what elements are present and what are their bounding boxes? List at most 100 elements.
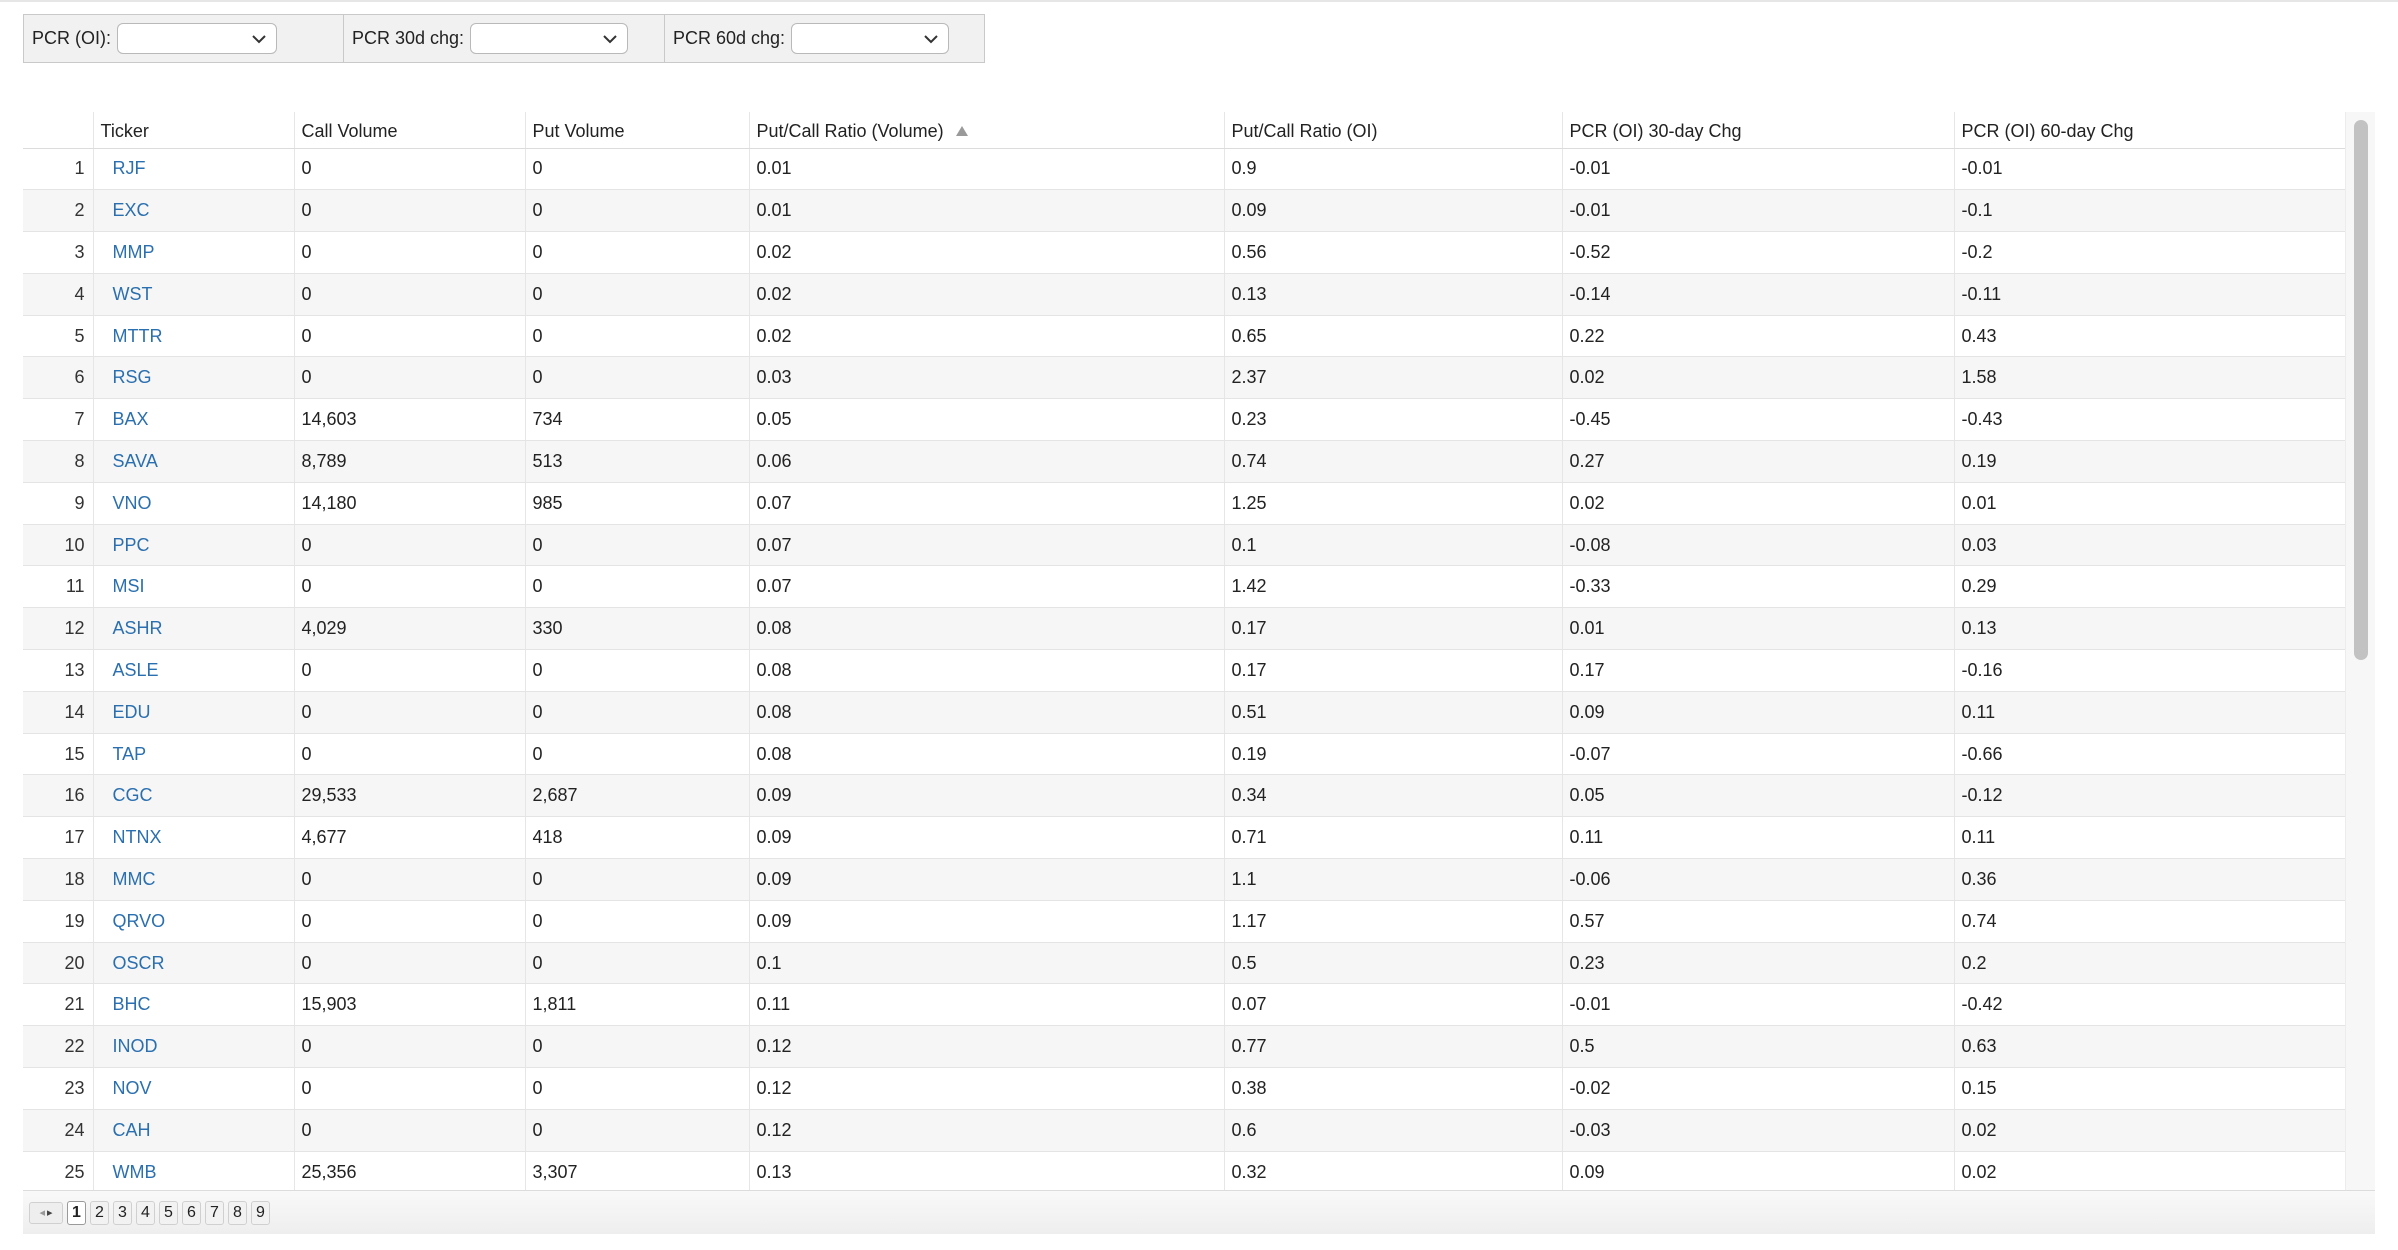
- page-button-1[interactable]: 1: [67, 1200, 86, 1225]
- ticker-link[interactable]: WMB: [101, 1162, 157, 1182]
- pcr-oi-cell: 0.07: [1224, 983, 1563, 1027]
- page-button-3[interactable]: 3: [113, 1200, 132, 1225]
- pcr-30d-cell: -0.06: [1562, 858, 1955, 901]
- ticker-link[interactable]: EDU: [101, 702, 151, 722]
- pcr-30d-select[interactable]: [470, 23, 629, 54]
- pcr-60d-cell: 0.36: [1954, 858, 2346, 901]
- table-row: 15 TAP 0 0 0.08 0.19 -0.07 -0.66: [23, 733, 2346, 776]
- ticker-link[interactable]: OSCR: [101, 953, 165, 973]
- pcr-30d-cell: 0.23: [1562, 942, 1955, 985]
- ticker-cell: MSI: [93, 565, 295, 609]
- pcr-volume-cell: 0.09: [749, 900, 1225, 943]
- call-volume-cell: 0: [294, 1109, 526, 1152]
- page-button-7[interactable]: 7: [205, 1200, 224, 1225]
- table-row: 22 INOD 0 0 0.12 0.77 0.5 0.63: [23, 1025, 2346, 1069]
- ticker-link[interactable]: ASLE: [101, 660, 159, 680]
- ticker-cell: NTNX: [93, 816, 295, 860]
- col-header-ticker[interactable]: Ticker: [93, 112, 295, 149]
- page-button-9[interactable]: 9: [251, 1200, 270, 1225]
- table-row: 7 BAX 14,603 734 0.05 0.23 -0.45 -0.43: [23, 398, 2346, 442]
- header-row: Ticker Call Volume Put Volume Put/Call R…: [23, 112, 2346, 149]
- col-header-pcr-volume[interactable]: Put/Call Ratio (Volume): [749, 112, 1225, 149]
- scrollbar-thumb[interactable]: [2354, 120, 2368, 660]
- col-header-pcr-30d[interactable]: PCR (OI) 30-day Chg: [1562, 112, 1955, 149]
- pcr-30d-cell: -0.52: [1562, 231, 1955, 274]
- ticker-link[interactable]: TAP: [101, 744, 147, 764]
- pcr-volume-cell: 0.02: [749, 273, 1225, 316]
- col-header-put-volume[interactable]: Put Volume: [525, 112, 750, 149]
- ticker-link[interactable]: VNO: [101, 493, 152, 513]
- table-row: 13 ASLE 0 0 0.08 0.17 0.17 -0.16: [23, 649, 2346, 692]
- pcr-oi-cell: 2.37: [1224, 356, 1563, 400]
- ticker-link[interactable]: BAX: [101, 409, 149, 429]
- pcr-30d-cell: -0.14: [1562, 273, 1955, 316]
- call-volume-cell: 0: [294, 189, 526, 233]
- ticker-link[interactable]: QRVO: [101, 911, 166, 931]
- pcr-60d-select[interactable]: [791, 23, 950, 54]
- page-button-6[interactable]: 6: [182, 1200, 201, 1225]
- ticker-cell: RSG: [93, 356, 295, 400]
- ticker-link[interactable]: MTTR: [101, 326, 163, 346]
- pcr-30d-cell: 0.09: [1562, 691, 1955, 734]
- put-volume-cell: 0: [525, 148, 750, 191]
- col-header-pcr-60d[interactable]: PCR (OI) 60-day Chg: [1954, 112, 2346, 149]
- pcr-volume-cell: 0.02: [749, 231, 1225, 274]
- put-volume-cell: 0: [525, 524, 750, 567]
- first-page-button[interactable]: ◂ ▸: [29, 1201, 63, 1224]
- ticker-link[interactable]: CAH: [101, 1120, 151, 1140]
- pcr-oi-cell: 0.6: [1224, 1109, 1563, 1152]
- row-index: 24: [23, 1109, 94, 1152]
- col-header-label: Put Volume: [532, 121, 625, 142]
- ticker-link[interactable]: NTNX: [101, 827, 162, 847]
- page-button-2[interactable]: 2: [90, 1200, 109, 1225]
- col-header-call-volume[interactable]: Call Volume: [294, 112, 526, 149]
- pcr-60d-cell: 0.11: [1954, 816, 2346, 860]
- ticker-link[interactable]: MMP: [101, 242, 155, 262]
- ticker-link[interactable]: WST: [101, 284, 153, 304]
- ticker-link[interactable]: INOD: [101, 1036, 158, 1056]
- ticker-link[interactable]: ASHR: [101, 618, 163, 638]
- ticker-link[interactable]: PPC: [101, 535, 150, 555]
- call-volume-cell: 0: [294, 315, 526, 358]
- pcr-oi-cell: 1.25: [1224, 482, 1563, 525]
- pcr-30d-cell: -0.33: [1562, 565, 1955, 609]
- pcr-oi-cell: 0.34: [1224, 774, 1563, 818]
- ticker-cell: ASLE: [93, 649, 295, 692]
- pcr-60d-cell: -0.66: [1954, 733, 2346, 776]
- pcr-volume-cell: 0.08: [749, 607, 1225, 651]
- ticker-cell: OSCR: [93, 942, 295, 985]
- ticker-link[interactable]: EXC: [101, 200, 150, 220]
- call-volume-cell: 14,603: [294, 398, 526, 442]
- pcr-oi-select[interactable]: [117, 23, 277, 54]
- table-row: 19 QRVO 0 0 0.09 1.17 0.57 0.74: [23, 900, 2346, 943]
- ticker-link[interactable]: BHC: [101, 994, 151, 1014]
- table-row: 1 RJF 0 0 0.01 0.9 -0.01 -0.01: [23, 148, 2346, 191]
- ticker-link[interactable]: NOV: [101, 1078, 152, 1098]
- call-volume-cell: 0: [294, 1025, 526, 1069]
- pcr-oi-cell: 0.56: [1224, 231, 1563, 274]
- put-volume-cell: 0: [525, 273, 750, 316]
- call-volume-cell: 29,533: [294, 774, 526, 818]
- ticker-link[interactable]: RSG: [101, 367, 152, 387]
- pcr-volume-cell: 0.01: [749, 189, 1225, 233]
- page-button-5[interactable]: 5: [159, 1200, 178, 1225]
- pcr-30d-cell: -0.02: [1562, 1067, 1955, 1110]
- ticker-link[interactable]: CGC: [101, 785, 153, 805]
- put-volume-cell: 0: [525, 356, 750, 400]
- page-button-4[interactable]: 4: [136, 1200, 155, 1225]
- pcr-volume-cell: 0.1: [749, 942, 1225, 985]
- ticker-link[interactable]: MSI: [101, 576, 145, 596]
- call-volume-cell: 8,789: [294, 440, 526, 483]
- arrow-left-icon: ◂: [39, 1207, 45, 1219]
- row-index: 3: [23, 231, 94, 274]
- ticker-link[interactable]: RJF: [101, 158, 146, 178]
- col-header-pcr-oi[interactable]: Put/Call Ratio (OI): [1224, 112, 1563, 149]
- page-button-8[interactable]: 8: [228, 1200, 247, 1225]
- pcr-30d-cell: -0.01: [1562, 189, 1955, 233]
- ticker-link[interactable]: SAVA: [101, 451, 158, 471]
- pcr-30d-cell: 0.27: [1562, 440, 1955, 483]
- pcr-volume-cell: 0.07: [749, 482, 1225, 525]
- ticker-link[interactable]: MMC: [101, 869, 156, 889]
- ticker-cell: PPC: [93, 524, 295, 567]
- put-volume-cell: 0: [525, 565, 750, 609]
